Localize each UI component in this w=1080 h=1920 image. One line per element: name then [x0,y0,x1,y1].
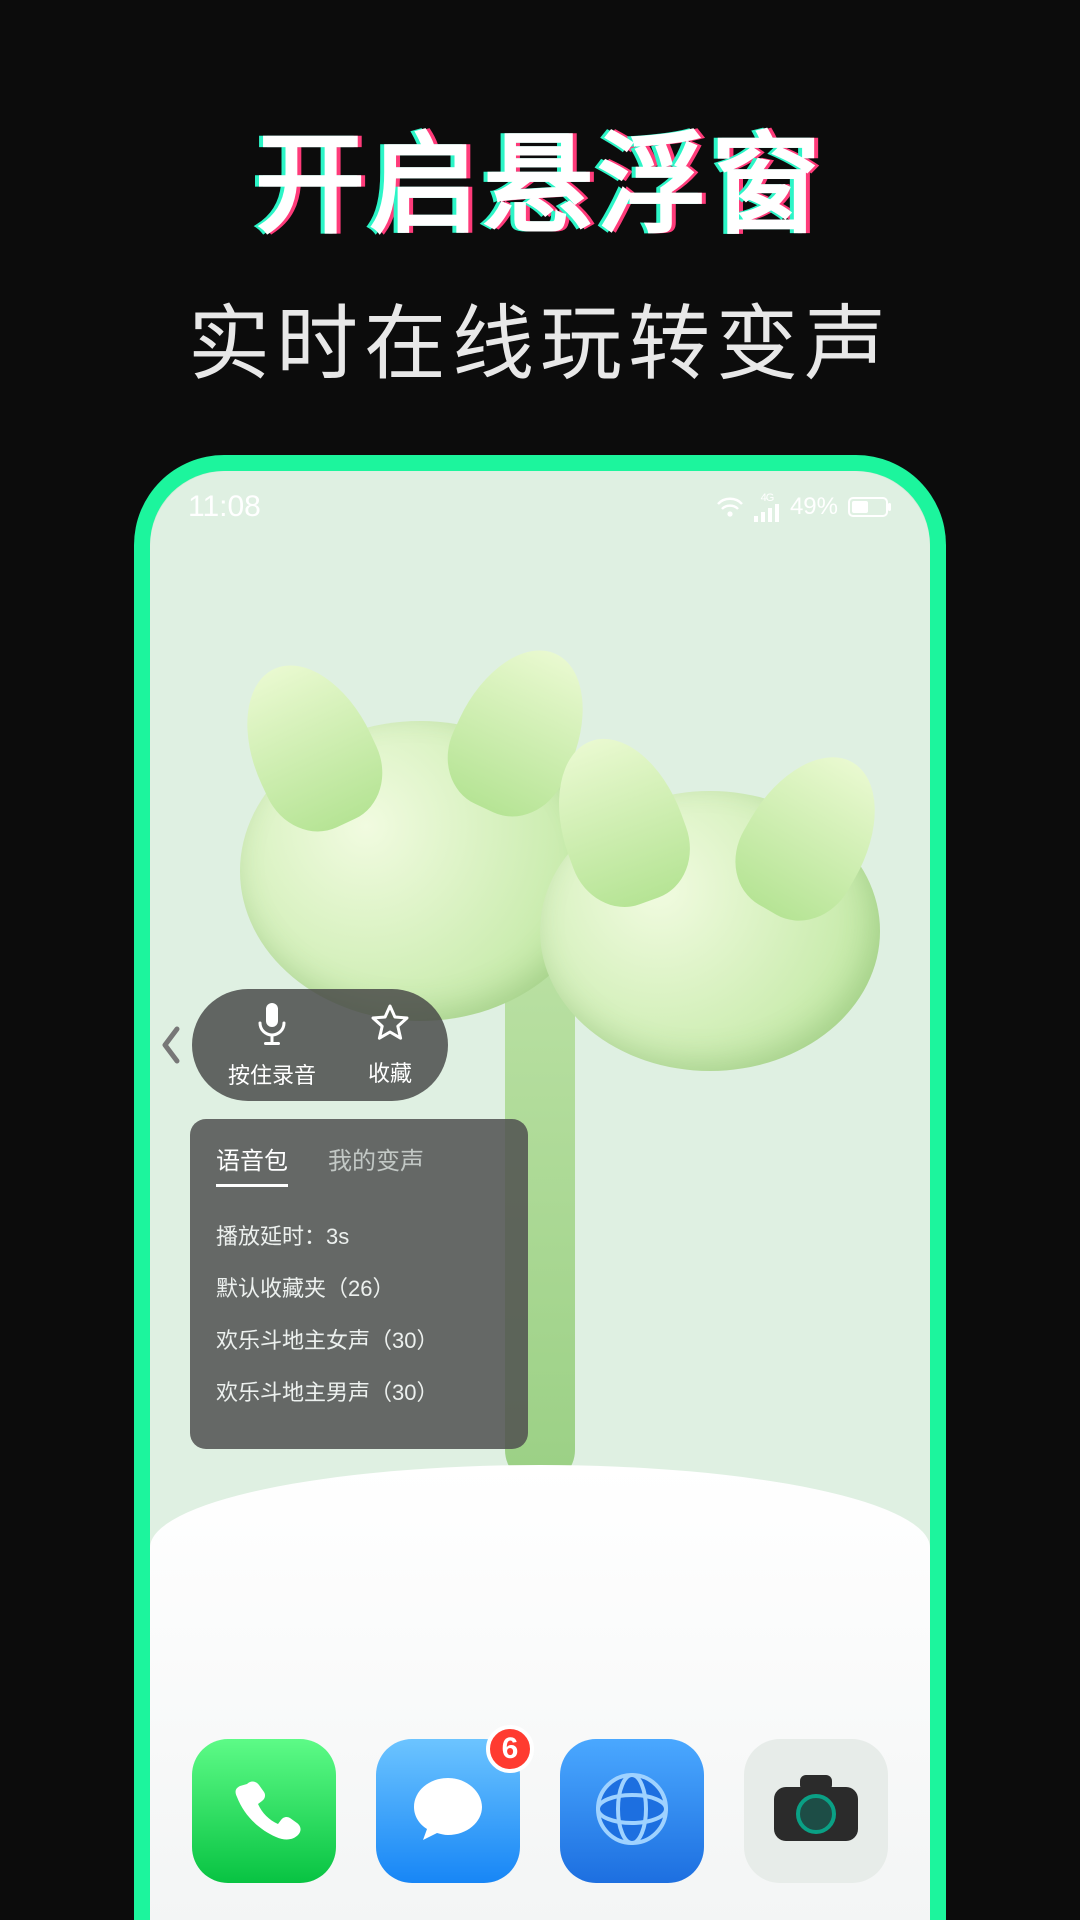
phone-icon [227,1772,301,1851]
camera-app[interactable] [744,1739,888,1883]
network-label: 4G [761,493,774,504]
headline-title: 开启悬浮窗 [0,95,1080,255]
dock: 6 [150,1705,930,1920]
record-button[interactable]: 按住录音 [228,1001,316,1090]
battery-text: 49% [790,493,838,521]
floating-pill: 按住录音 收藏 [192,989,448,1101]
floating-toolbar[interactable]: 按住录音 收藏 [150,989,448,1101]
tab-voice-pack[interactable]: 语音包 [216,1141,288,1187]
messages-app[interactable]: 6 [376,1739,520,1883]
panel-row-female[interactable]: 欢乐斗地主女声（30） [216,1315,502,1367]
voice-pack-panel[interactable]: 语音包 我的变声 播放延时：3s 默认收藏夹（26） 欢乐斗地主女声（30） 欢… [190,1119,528,1449]
messages-badge: 6 [486,1725,534,1773]
battery-icon [848,496,892,518]
wifi-icon [716,496,744,518]
record-label: 按住录音 [228,1058,316,1090]
panel-tabs: 语音包 我的变声 [216,1141,502,1187]
headline: 开启悬浮窗 实时在线玩转变声 [0,95,1080,396]
promo-page: 开启悬浮窗 实时在线玩转变声 11:08 [0,0,1080,1920]
phone-app[interactable] [192,1739,336,1883]
panel-row-male[interactable]: 欢乐斗地主男声（30） [216,1367,502,1419]
microphone-icon [255,1001,289,1050]
headline-subtitle: 实时在线玩转变声 [0,277,1080,396]
collapse-button[interactable] [150,990,192,1100]
status-bar: 11:08 4G [150,471,930,543]
globe-icon [589,1766,675,1857]
phone-frame: 11:08 4G [134,455,946,1920]
panel-row-default-fav[interactable]: 默认收藏夹（26） [216,1263,502,1315]
favorite-label: 收藏 [368,1056,412,1088]
signal-icon: 4G [754,493,780,522]
status-right: 4G 49% [716,493,892,522]
star-icon [370,1003,410,1048]
browser-app[interactable] [560,1739,704,1883]
status-time: 11:08 [188,490,261,524]
chat-bubble-icon [407,1770,489,1853]
camera-icon [766,1769,866,1854]
panel-row-delay[interactable]: 播放延时：3s [216,1211,502,1263]
phone-screen: 11:08 4G [150,471,930,1920]
favorite-button[interactable]: 收藏 [368,1003,412,1088]
tab-my-voice[interactable]: 我的变声 [328,1141,424,1187]
chevron-left-icon [157,1023,185,1067]
